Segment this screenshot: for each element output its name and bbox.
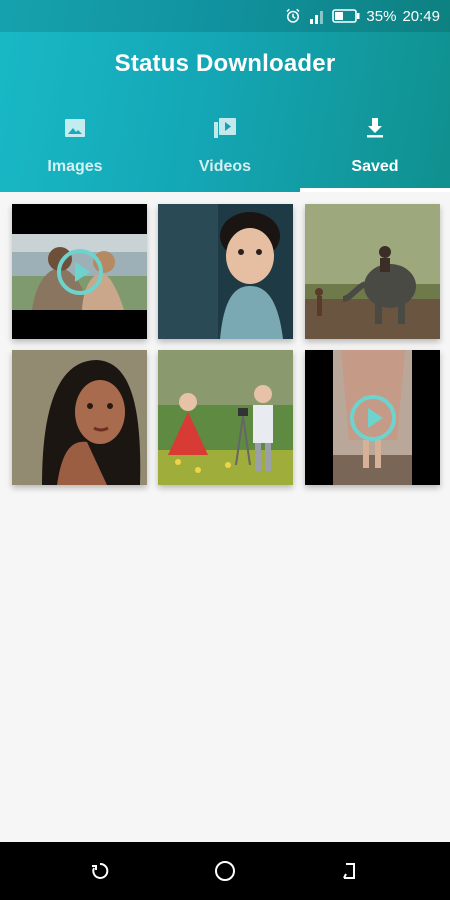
play-icon [349,394,396,441]
recent-apps-icon[interactable] [88,859,112,883]
tab-bar: Images Videos Saved [0,108,450,192]
saved-video-thumbnail-6[interactable] [305,350,440,485]
saved-image-thumbnail-3[interactable] [305,204,440,339]
download-icon [367,118,383,138]
clock: 20:49 [402,7,440,25]
tab-images-label: Images [47,158,103,175]
saved-image-thumbnail-5[interactable] [158,350,293,485]
saved-video-thumbnail-1[interactable] [12,204,147,339]
thumbnail-image [158,204,293,339]
tab-saved-label: Saved [351,158,399,175]
status-bar: 35% 20:49 [0,0,450,32]
saved-image-thumbnail-4[interactable] [12,350,147,485]
alarm-icon [286,8,300,23]
thumbnail-image [12,350,147,485]
app-title: Status Downloader [114,50,336,77]
battery-percent: 35% [366,7,397,25]
saved-grid [12,204,440,488]
battery-icon [332,9,360,23]
tab-images[interactable]: Images [0,108,150,192]
play-icon [56,248,103,295]
video-library-icon [214,118,236,138]
home-icon[interactable] [213,859,237,883]
system-nav-bar [0,842,450,900]
tab-videos-label: Videos [198,158,252,175]
image-icon [65,119,85,137]
thumbnail-image [158,350,293,485]
tab-videos[interactable]: Videos [150,108,300,192]
back-icon[interactable] [338,859,362,883]
saved-image-thumbnail-2[interactable] [158,204,293,339]
thumbnail-image [305,204,440,339]
app-bar: 35% 20:49 Status Downloader Images Video… [0,0,450,192]
signal-icon [310,11,324,24]
tab-saved[interactable]: Saved [300,108,450,192]
status-icons: 35% 20:49 [284,6,440,26]
active-tab-indicator [300,188,450,192]
